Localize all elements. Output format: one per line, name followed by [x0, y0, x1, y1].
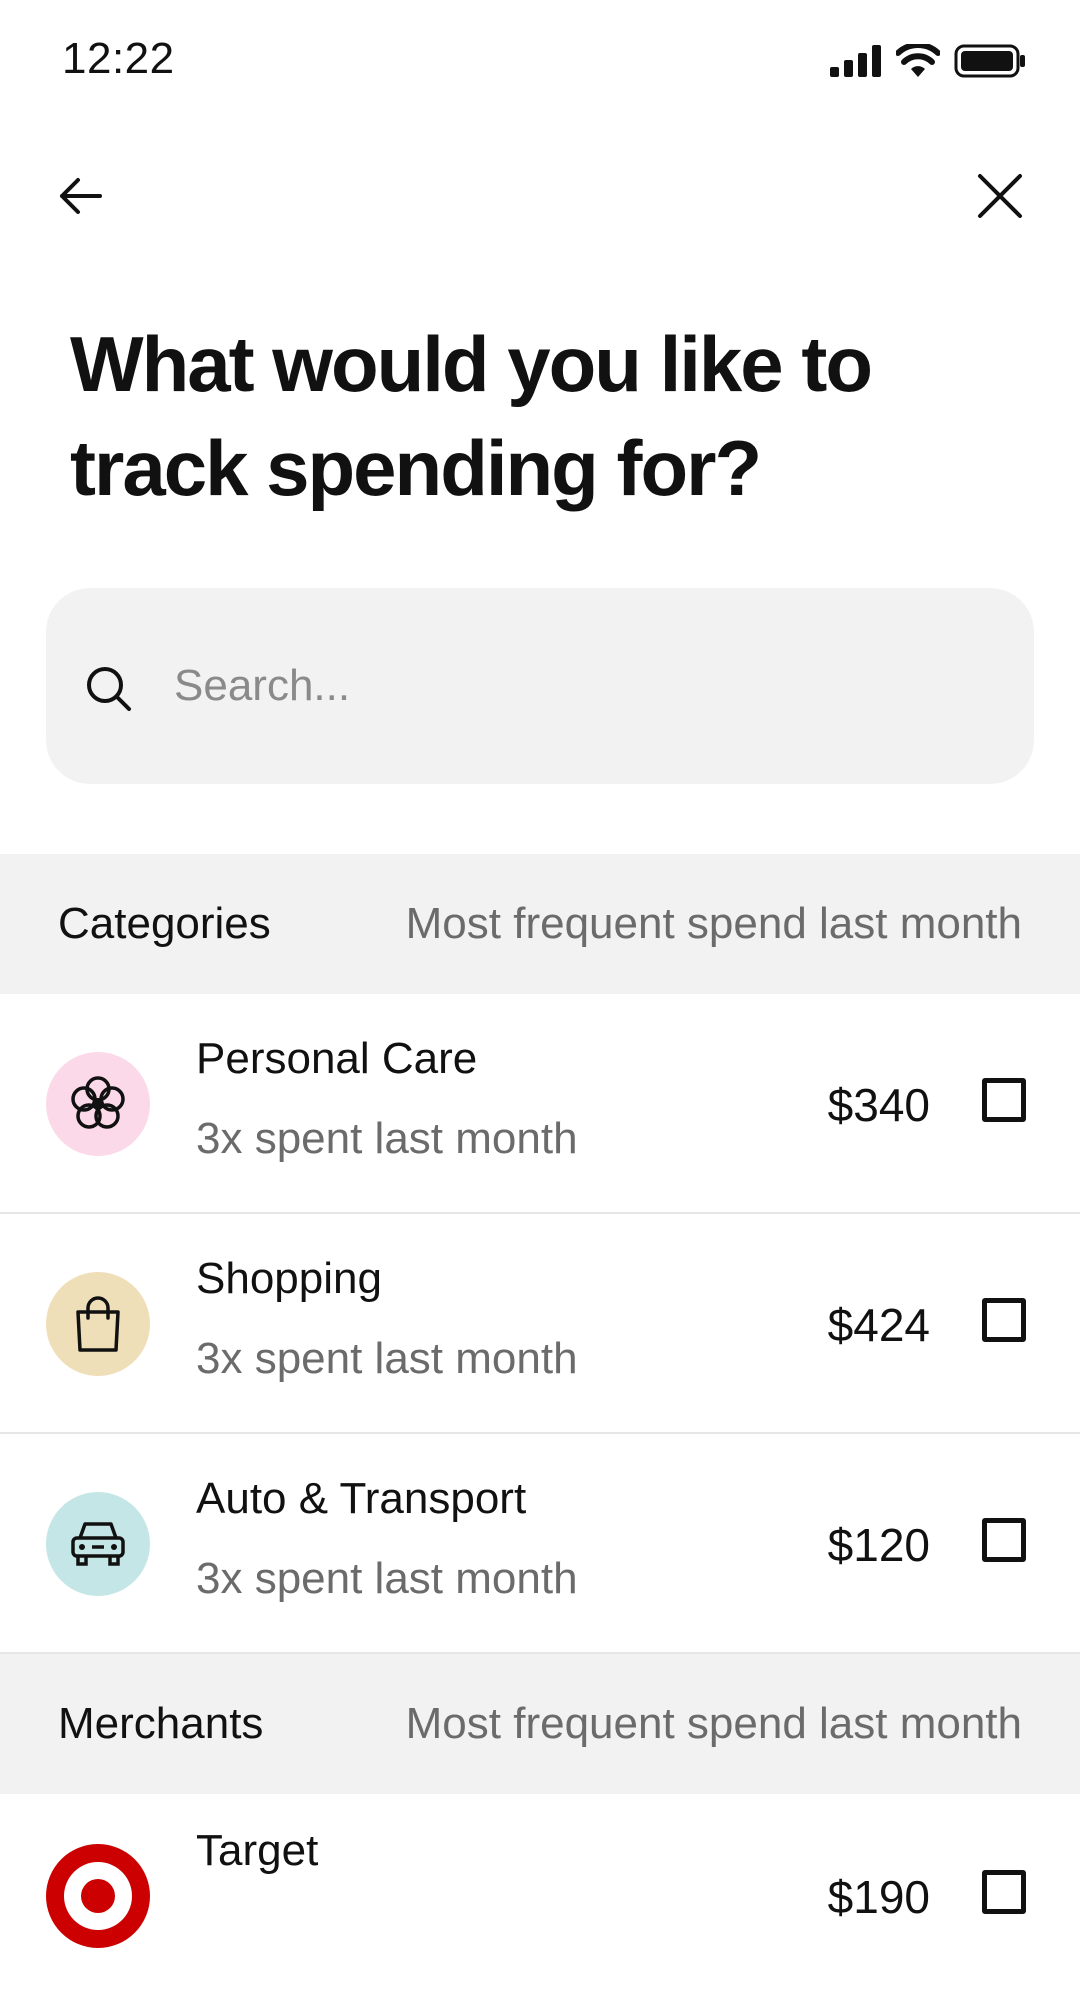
close-icon [978, 174, 1022, 218]
category-name: Auto & Transport [196, 1474, 527, 1523]
close-button[interactable] [968, 164, 1032, 228]
arrow-left-icon [60, 178, 102, 214]
search-bar[interactable] [46, 588, 1034, 784]
category-detail: 3x spent last month [196, 1554, 578, 1603]
merchants-section-header: Merchants Most frequent spend last month [0, 1654, 1080, 1794]
category-name: Personal Care [196, 1034, 478, 1083]
cellular-signal-icon [830, 45, 882, 82]
status-bar: 12:22 [0, 0, 1080, 120]
category-name: Shopping [196, 1254, 382, 1303]
section-subtitle: Most frequent spend last month [405, 1699, 1022, 1748]
top-navigation [0, 150, 1080, 240]
categories-section-header: Categories Most frequent spend last mont… [0, 854, 1080, 994]
merchant-name: Target [196, 1826, 319, 1875]
category-checkbox[interactable] [982, 1518, 1026, 1562]
car-icon [71, 1522, 125, 1566]
shopping-bag-icon [76, 1296, 120, 1352]
category-checkbox[interactable] [982, 1078, 1026, 1122]
category-detail: 3x spent last month [196, 1334, 578, 1383]
merchant-checkbox[interactable] [982, 1870, 1026, 1914]
category-row-auto-transport[interactable]: Auto & Transport 3x spent last month $12… [0, 1434, 1080, 1654]
back-button[interactable] [48, 164, 112, 228]
merchant-logo [46, 1844, 150, 1948]
flower-icon [71, 1076, 125, 1129]
category-row-personal-care[interactable]: Personal Care 3x spent last month $340 [0, 994, 1080, 1214]
category-icon-badge [46, 1492, 150, 1596]
category-row-shopping[interactable]: Shopping 3x spent last month $424 [0, 1214, 1080, 1434]
search-input[interactable] [172, 660, 976, 712]
category-amount: $120 [827, 1519, 930, 1571]
section-title: Categories [58, 899, 271, 948]
category-icon-badge [46, 1052, 150, 1156]
target-logo-icon [46, 1844, 150, 1948]
section-title: Merchants [58, 1699, 264, 1748]
wifi-icon [895, 42, 941, 83]
category-icon-badge [46, 1272, 150, 1376]
status-icons [830, 42, 1026, 83]
category-detail: 3x spent last month [196, 1114, 578, 1163]
battery-icon [954, 44, 1026, 83]
category-amount: $424 [827, 1299, 930, 1351]
section-subtitle: Most frequent spend last month [405, 899, 1022, 948]
merchant-amount: $190 [827, 1871, 930, 1923]
category-checkbox[interactable] [982, 1298, 1026, 1342]
status-time: 12:22 [62, 34, 175, 83]
page-title: What would you like to track spending fo… [70, 320, 873, 512]
merchant-row-target[interactable]: Target $190 [0, 1796, 1080, 2014]
category-amount: $340 [827, 1079, 930, 1131]
search-icon [87, 667, 131, 711]
